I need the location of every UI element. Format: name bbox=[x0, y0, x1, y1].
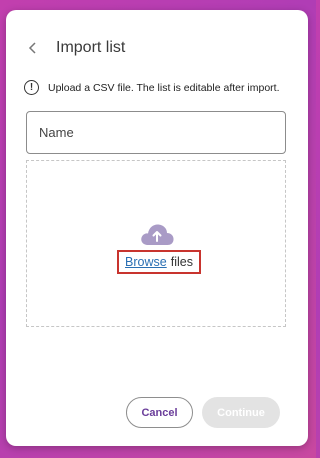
cancel-button[interactable]: Cancel bbox=[126, 397, 193, 428]
continue-button[interactable]: Continue bbox=[202, 397, 280, 428]
browse-files-highlight: Browse files bbox=[117, 250, 201, 274]
browse-link[interactable]: Browse bbox=[125, 255, 167, 269]
back-button[interactable] bbox=[24, 38, 40, 58]
file-dropzone[interactable]: Browse files bbox=[26, 160, 286, 327]
name-input[interactable] bbox=[26, 111, 286, 154]
files-text: files bbox=[170, 255, 193, 269]
dialog-title: Import list bbox=[56, 39, 126, 56]
cloud-upload-icon bbox=[141, 224, 174, 245]
info-banner: ! Upload a CSV file. The list is editabl… bbox=[24, 80, 280, 95]
dialog-header: Import list bbox=[24, 38, 125, 58]
chevron-left-icon bbox=[28, 42, 36, 54]
info-icon: ! bbox=[24, 80, 39, 95]
info-text: Upload a CSV file. The list is editable … bbox=[48, 81, 280, 94]
import-list-dialog: Import list ! Upload a CSV file. The lis… bbox=[6, 10, 308, 446]
